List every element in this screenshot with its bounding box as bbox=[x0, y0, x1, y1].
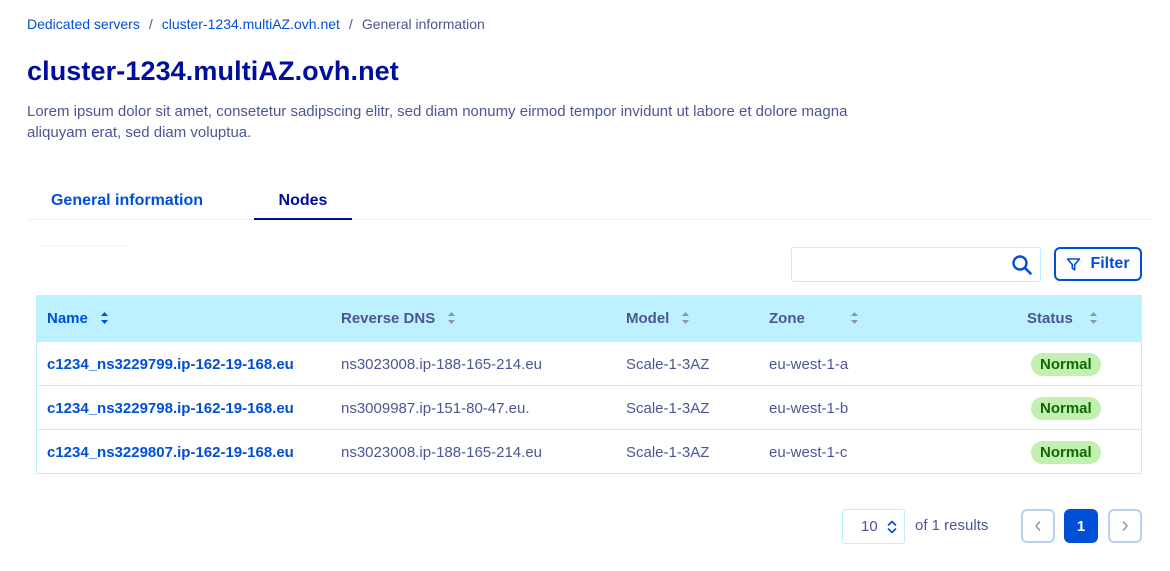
table-row: c1234_ns3229799.ip-162-19-168.eu ns30230… bbox=[37, 341, 1141, 385]
status-cell: Normal bbox=[1031, 430, 1101, 474]
zone-cell: eu-west-1-b bbox=[769, 399, 849, 417]
search-input[interactable] bbox=[792, 248, 1002, 281]
page-button-current[interactable]: 1 bbox=[1064, 509, 1098, 543]
breadcrumb-separator: / bbox=[148, 16, 153, 32]
breadcrumb-current: General information bbox=[361, 16, 485, 32]
table-header: Name Reverse DNS Model Zone Status bbox=[37, 295, 1141, 341]
breadcrumb: Dedicated servers / cluster-1234.multiAZ… bbox=[27, 16, 485, 32]
zone-cell: eu-west-1-c bbox=[769, 443, 848, 461]
reverse-dns-cell: ns3023008.ip-188-165-214.eu bbox=[341, 443, 542, 461]
status-cell: Normal bbox=[1031, 342, 1101, 386]
sort-icon bbox=[850, 312, 858, 324]
results-count: of 1 results bbox=[915, 517, 989, 534]
next-page-button[interactable] bbox=[1108, 509, 1142, 543]
nodes-table: Name Reverse DNS Model Zone Status c1234… bbox=[36, 295, 1142, 474]
tab-general-information[interactable]: General information bbox=[27, 186, 227, 220]
tab-nodes[interactable]: Nodes bbox=[254, 186, 352, 220]
node-name-link[interactable]: c1234_ns3229798.ip-162-19-168.eu bbox=[47, 386, 294, 430]
breadcrumb-dedicated-servers[interactable]: Dedicated servers bbox=[27, 16, 140, 32]
search-field[interactable] bbox=[791, 247, 1041, 282]
model-cell: Scale-1-3AZ bbox=[626, 399, 710, 417]
zone-cell: eu-west-1-a bbox=[769, 355, 849, 373]
table-row: c1234_ns3229807.ip-162-19-168.eu ns30230… bbox=[37, 429, 1141, 473]
model-cell: Scale-1-3AZ bbox=[626, 443, 710, 461]
page-size-value: 10 bbox=[861, 518, 878, 535]
model-cell: Scale-1-3AZ bbox=[626, 355, 710, 373]
breadcrumb-cluster[interactable]: cluster-1234.multiAZ.ovh.net bbox=[162, 16, 340, 32]
status-badge: Normal bbox=[1031, 352, 1101, 376]
status-badge: Normal bbox=[1031, 396, 1101, 420]
page-title: cluster-1234.multiAZ.ovh.net bbox=[27, 56, 399, 86]
column-header-model[interactable]: Model bbox=[626, 295, 690, 341]
chevron-right-icon bbox=[1122, 521, 1128, 531]
divider bbox=[40, 245, 128, 246]
status-cell: Normal bbox=[1031, 386, 1101, 430]
page-size-select[interactable]: 10 bbox=[842, 509, 905, 544]
chevron-up-down-icon bbox=[887, 520, 896, 533]
filter-button[interactable]: Filter bbox=[1054, 247, 1142, 281]
reverse-dns-cell: ns3009987.ip-151-80-47.eu. bbox=[341, 399, 530, 417]
column-header-reverse-dns[interactable]: Reverse DNS bbox=[341, 295, 456, 341]
column-header-zone[interactable]: Zone bbox=[769, 295, 859, 341]
reverse-dns-cell: ns3023008.ip-188-165-214.eu bbox=[341, 355, 542, 373]
sort-icon bbox=[1089, 312, 1097, 324]
sort-icon bbox=[100, 312, 108, 324]
table-row: c1234_ns3229798.ip-162-19-168.eu ns30099… bbox=[37, 385, 1141, 429]
sort-icon bbox=[682, 312, 690, 324]
chevron-left-icon bbox=[1035, 521, 1041, 531]
tab-bar: General information Nodes bbox=[27, 186, 1150, 220]
column-header-status[interactable]: Status bbox=[1027, 295, 1098, 341]
node-name-link[interactable]: c1234_ns3229807.ip-162-19-168.eu bbox=[47, 430, 294, 474]
search-icon[interactable] bbox=[1011, 254, 1033, 276]
status-badge: Normal bbox=[1031, 440, 1101, 464]
previous-page-button[interactable] bbox=[1021, 509, 1055, 543]
column-header-name[interactable]: Name bbox=[47, 295, 109, 341]
filter-label: Filter bbox=[1090, 255, 1130, 272]
node-name-link[interactable]: c1234_ns3229799.ip-162-19-168.eu bbox=[47, 342, 294, 386]
filter-icon bbox=[1067, 257, 1081, 271]
sort-icon bbox=[448, 312, 456, 324]
page-description: Lorem ipsum dolor sit amet, consetetur s… bbox=[27, 103, 848, 141]
breadcrumb-separator: / bbox=[348, 16, 353, 32]
